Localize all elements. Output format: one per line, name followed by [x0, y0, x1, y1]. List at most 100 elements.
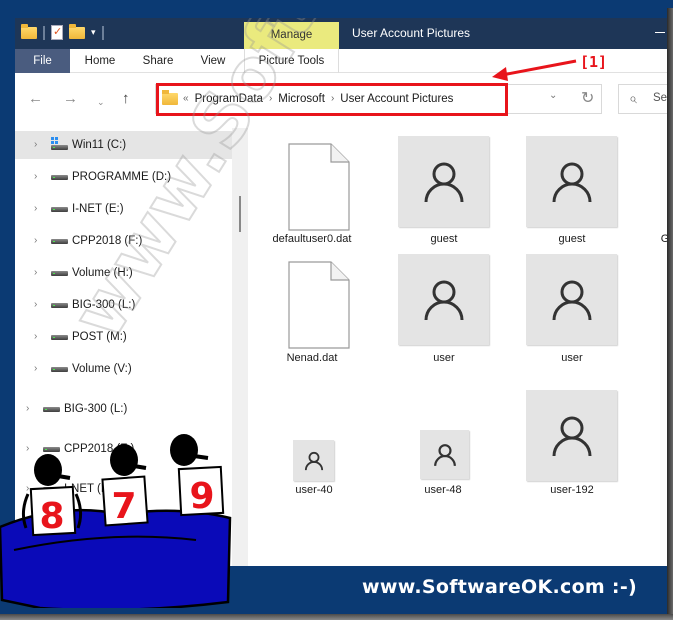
- sidebar-item-volume-h[interactable]: › Volume (H:): [15, 259, 232, 287]
- picture-thumbnail: [398, 136, 489, 227]
- window-bottom-shadow: [0, 614, 673, 620]
- file-item[interactable]: defaultuser0.dat: [267, 136, 357, 251]
- tab-view[interactable]: View: [193, 49, 233, 73]
- tab-home[interactable]: Home: [77, 49, 123, 73]
- chevron-right-icon[interactable]: ›: [34, 323, 37, 351]
- sidebar-item-label: BIG-300 (L:): [72, 299, 136, 311]
- sidebar-item-cpp2018-f-network[interactable]: › CPP2018 (F:): [15, 435, 232, 463]
- file-name: guest: [558, 233, 586, 245]
- sidebar-item-label: I-NET (E:): [72, 203, 124, 215]
- forward-button[interactable]: →: [63, 89, 78, 109]
- chevron-right-icon[interactable]: ›: [34, 227, 37, 255]
- user-icon: [433, 443, 456, 466]
- annotation-label: [1]: [580, 53, 608, 71]
- sidebar-scrollbar-thumb[interactable]: [239, 196, 241, 232]
- footer-website-text: www.SoftwareOK.com :-): [362, 576, 637, 598]
- properties-icon[interactable]: [51, 25, 63, 40]
- file-item[interactable]: user: [398, 254, 490, 369]
- breadcrumb-item[interactable]: ProgramData: [195, 85, 263, 113]
- back-button[interactable]: ←: [28, 89, 43, 109]
- file-item[interactable]: user-40: [277, 438, 337, 496]
- sidebar-item-label: CPP2018 (F:): [72, 235, 143, 247]
- chevron-right-icon[interactable]: ›: [34, 131, 37, 159]
- folder-icon[interactable]: [21, 23, 37, 39]
- refresh-icon[interactable]: ↻: [581, 88, 594, 108]
- user-icon: [304, 451, 323, 470]
- sidebar-item-cpp2018-f[interactable]: › CPP2018 (F:): [15, 227, 232, 255]
- tab-file[interactable]: File: [15, 49, 70, 73]
- file-name: user-40: [295, 484, 333, 496]
- tab-share[interactable]: Share: [135, 49, 181, 73]
- file-name: guest: [430, 233, 458, 245]
- file-item[interactable]: Nenad.dat: [267, 254, 357, 369]
- file-item[interactable]: user-192: [526, 390, 618, 496]
- sidebar-item-label: Volume (H:): [72, 267, 133, 279]
- sidebar-item-label: CPP2018 (F:): [64, 443, 135, 455]
- file-item[interactable]: guest: [526, 136, 618, 251]
- chevron-right-icon[interactable]: ›: [331, 85, 334, 113]
- sidebar-item-label: I-NET (E:): [64, 483, 116, 495]
- file-name: user: [561, 352, 583, 364]
- chevron-right-icon[interactable]: ›: [26, 395, 29, 423]
- chevron-right-icon[interactable]: ›: [34, 259, 37, 287]
- sidebar-item-inet-e[interactable]: › I-NET (E:): [15, 195, 232, 223]
- annotation-arrow-icon: [492, 59, 577, 81]
- chevron-right-icon[interactable]: ›: [269, 85, 272, 113]
- address-bar[interactable]: « ProgramData › Microsoft › User Account…: [155, 84, 602, 114]
- picture-thumbnail: [420, 430, 469, 479]
- chevron-right-icon[interactable]: ›: [34, 163, 37, 191]
- sidebar-item-inet-e-network[interactable]: › I-NET (E:): [15, 475, 232, 503]
- picture-thumbnail: [526, 136, 617, 227]
- file-name: user-48: [424, 484, 462, 496]
- drive-icon: [51, 367, 68, 372]
- chevron-right-icon[interactable]: ›: [34, 291, 37, 319]
- windows-drive-icon: [51, 137, 59, 145]
- breadcrumb-overflow[interactable]: «: [183, 85, 189, 113]
- user-icon: [424, 162, 463, 202]
- sidebar-item-label: Win11 (C:): [72, 139, 127, 151]
- sidebar-scrollbar[interactable]: [232, 128, 248, 614]
- document-icon: [288, 261, 350, 349]
- sidebar-item-big300-l[interactable]: › BIG-300 (L:): [15, 291, 232, 319]
- picture-thumbnail: [398, 254, 489, 345]
- chevron-right-icon[interactable]: ›: [34, 195, 37, 223]
- chevron-right-icon[interactable]: ›: [26, 475, 29, 503]
- address-dropdown-icon[interactable]: ⌄: [549, 90, 557, 101]
- toolbar-separator: [43, 25, 45, 40]
- user-icon: [552, 416, 591, 456]
- sidebar-item-post-m[interactable]: › POST (M:): [15, 323, 232, 351]
- file-explorer-window: ▾ Manage User Account Pictures File Home…: [15, 18, 667, 614]
- new-folder-icon[interactable]: [69, 23, 85, 39]
- drive-icon: [43, 407, 60, 412]
- search-icon: ⌕: [629, 90, 637, 106]
- navigation-bar: ← → ⌄ ↑ « ProgramData › Microsoft › User…: [15, 74, 667, 126]
- sidebar-item-programme-d[interactable]: › PROGRAMME (D:): [15, 163, 232, 191]
- recent-locations-button[interactable]: ⌄: [97, 92, 105, 112]
- chevron-right-icon[interactable]: ›: [26, 435, 29, 463]
- picture-thumbnail: [293, 440, 334, 481]
- footer-banner: www.SoftwareOK.com :-): [15, 566, 667, 614]
- navigation-pane: › Win11 (C:) › PROGRAMME (D:) › I-NET (E…: [15, 128, 248, 614]
- breadcrumb-item[interactable]: Microsoft: [278, 85, 325, 113]
- sidebar-item-volume-v[interactable]: › Volume (V:): [15, 355, 232, 383]
- manage-contextual-tab[interactable]: Manage: [244, 22, 339, 49]
- breadcrumb-item[interactable]: User Account Pictures: [340, 85, 453, 113]
- file-item[interactable]: guest: [398, 136, 490, 251]
- tab-picture-tools[interactable]: Picture Tools: [244, 49, 339, 73]
- sidebar-item-big300-l-network[interactable]: › BIG-300 (L:): [15, 395, 232, 423]
- search-input[interactable]: ⌕ Se: [618, 84, 667, 114]
- file-name: user-192: [550, 484, 594, 496]
- chevron-right-icon[interactable]: ›: [34, 355, 37, 383]
- window-title: User Account Pictures: [352, 26, 471, 40]
- drive-icon: [43, 487, 60, 492]
- file-item[interactable]: user-48: [413, 430, 473, 496]
- file-item[interactable]: user: [526, 254, 618, 369]
- toolbar-separator: [101, 25, 104, 40]
- customize-dropdown-icon[interactable]: ▾: [91, 28, 96, 37]
- minimize-icon[interactable]: [655, 32, 665, 33]
- sidebar-item-label: BIG-300 (L:): [64, 403, 128, 415]
- up-button[interactable]: ↑: [122, 89, 130, 109]
- sidebar-item-win11-c[interactable]: › Win11 (C:): [15, 131, 232, 159]
- file-item-partial[interactable]: G: [659, 233, 667, 249]
- breadcrumb: « ProgramData › Microsoft › User Account…: [183, 85, 453, 113]
